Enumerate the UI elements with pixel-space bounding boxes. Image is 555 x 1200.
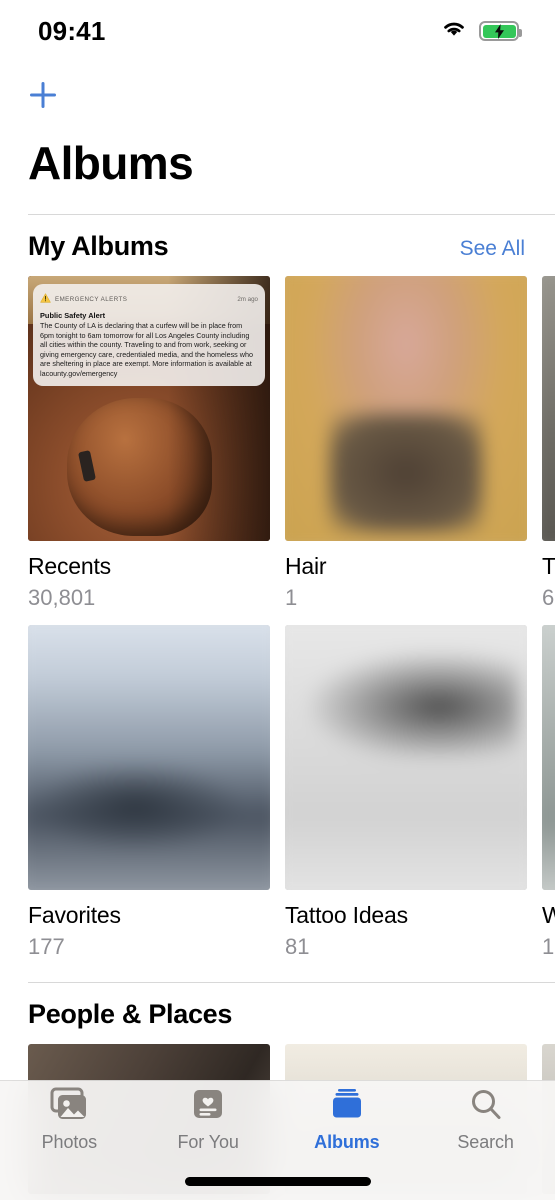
warning-triangle-icon bbox=[40, 290, 51, 308]
for-you-icon bbox=[188, 1087, 228, 1128]
emergency-alert-notification[interactable]: EMERGENCY ALERTS 2m ago Public Safety Al… bbox=[33, 284, 265, 386]
album-name: Tattoo Ideas bbox=[285, 902, 408, 928]
album-count: 81 bbox=[285, 934, 310, 959]
album-name: Hair bbox=[285, 553, 327, 579]
album-item-tattoo-ideas[interactable]: Tattoo Ideas 81 bbox=[285, 625, 527, 960]
albums-scroll-view[interactable]: Albums My Albums See All EMERGENCY ALERT… bbox=[0, 128, 555, 1200]
search-icon bbox=[466, 1087, 506, 1128]
favorites-photo-art bbox=[28, 625, 270, 890]
album-count: 15 bbox=[542, 934, 555, 959]
album-item-recents[interactable]: EMERGENCY ALERTS 2m ago Public Safety Al… bbox=[28, 276, 270, 611]
tab-label: Albums bbox=[314, 1132, 380, 1152]
album-thumbnail[interactable]: EMERGENCY ALERTS 2m ago Public Safety Al… bbox=[28, 276, 270, 541]
tab-albums[interactable]: Albums bbox=[278, 1087, 417, 1159]
tab-photos[interactable]: Photos bbox=[0, 1087, 139, 1159]
tab-bar: Photos For You Albums Search bbox=[0, 1080, 555, 1200]
see-all-button[interactable]: See All bbox=[460, 237, 525, 261]
w-photo-art bbox=[542, 625, 555, 890]
tab-label: Search bbox=[457, 1132, 514, 1152]
photos-icon bbox=[47, 1087, 91, 1128]
album-name: W bbox=[542, 902, 555, 928]
album-name: T bbox=[542, 553, 555, 579]
album-count: 30,801 bbox=[28, 585, 96, 610]
album-thumbnail[interactable] bbox=[542, 625, 555, 890]
tattoo-photo-art bbox=[285, 625, 527, 890]
add-album-button[interactable] bbox=[22, 74, 64, 116]
my-albums-grid: EMERGENCY ALERTS 2m ago Public Safety Al… bbox=[0, 276, 555, 960]
notification-header: EMERGENCY ALERTS 2m ago bbox=[40, 290, 258, 308]
album-thumbnail[interactable] bbox=[285, 276, 527, 541]
photos-app-screen: 09:41 Albums My Albums See All EMERGENCY… bbox=[0, 0, 555, 1200]
tab-label: For You bbox=[177, 1132, 239, 1152]
battery-charging-icon bbox=[479, 21, 522, 41]
status-bar-indicators bbox=[441, 19, 522, 43]
album-item-third[interactable]: T 6 bbox=[542, 276, 555, 611]
album-count: 177 bbox=[28, 934, 65, 959]
wifi-icon bbox=[441, 19, 467, 43]
album-thumbnail[interactable] bbox=[542, 276, 555, 541]
section-header-people-places: People & Places bbox=[0, 983, 555, 1044]
section-title: People & Places bbox=[28, 999, 233, 1029]
album-name: Favorites bbox=[28, 902, 121, 928]
notification-body: The County of LA is declaring that a cur… bbox=[40, 321, 253, 378]
hair-photo-art bbox=[285, 276, 527, 541]
notification-timestamp: 2m ago bbox=[237, 295, 258, 303]
section-title: My Albums bbox=[28, 231, 169, 261]
tab-label: Photos bbox=[41, 1132, 98, 1152]
album-thumbnail[interactable] bbox=[285, 625, 527, 890]
album-item-favorites[interactable]: Favorites 177 bbox=[28, 625, 270, 960]
album-item-hair[interactable]: Hair 1 bbox=[285, 276, 527, 611]
plus-icon bbox=[30, 82, 56, 108]
navigation-bar bbox=[0, 62, 555, 128]
album-thumbnail[interactable] bbox=[28, 625, 270, 890]
albums-icon bbox=[326, 1087, 368, 1128]
third-photo-art bbox=[542, 276, 555, 541]
album-count: 1 bbox=[285, 585, 298, 610]
tab-for-you[interactable]: For You bbox=[139, 1087, 278, 1159]
status-bar-clock: 09:41 bbox=[38, 15, 106, 46]
album-count: 6 bbox=[542, 585, 555, 610]
tab-search[interactable]: Search bbox=[416, 1087, 555, 1159]
home-indicator[interactable] bbox=[184, 1177, 371, 1186]
notification-title: Public Safety Alert bbox=[40, 311, 106, 320]
status-bar: 09:41 bbox=[0, 0, 555, 62]
section-header-my-albums: My Albums See All bbox=[0, 215, 555, 276]
album-item-w[interactable]: W 15 bbox=[542, 625, 555, 960]
album-name: Recents bbox=[28, 553, 111, 579]
page-title: Albums bbox=[28, 137, 194, 189]
notification-source: EMERGENCY ALERTS bbox=[55, 295, 128, 303]
